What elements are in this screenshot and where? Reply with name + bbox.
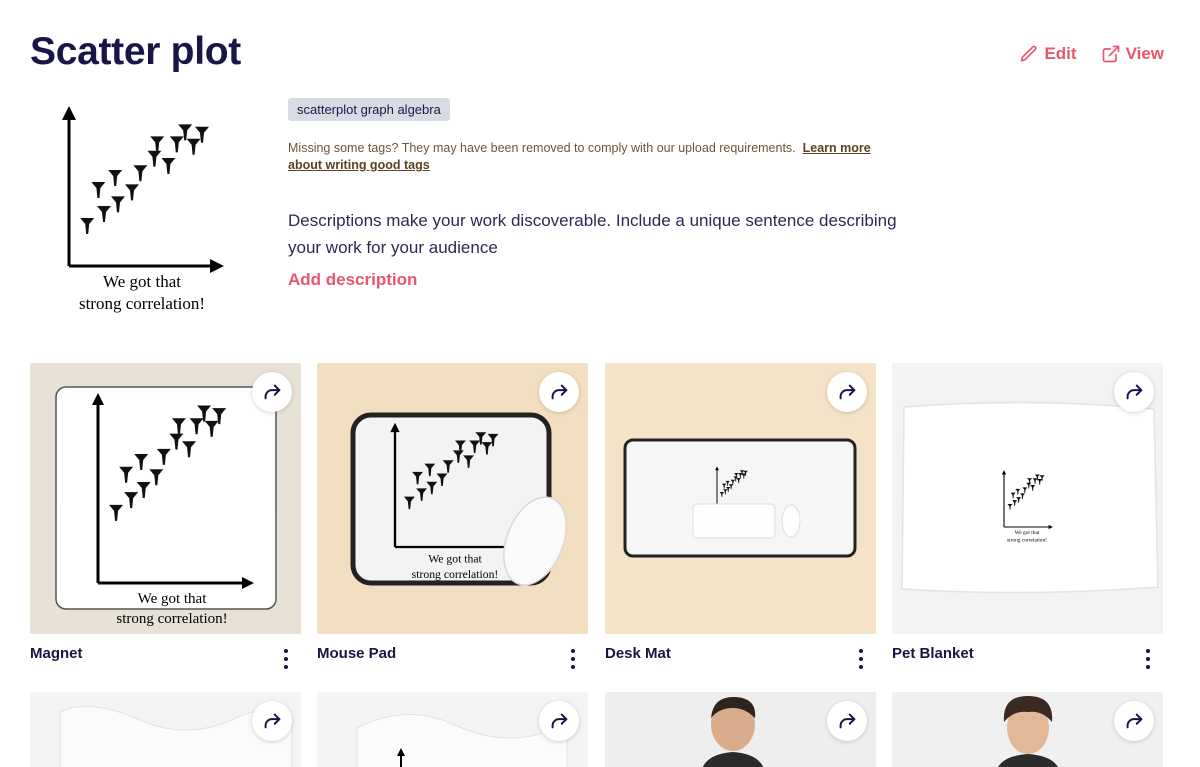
product-image-mouse-pad[interactable]: We got that strong correlation! (317, 363, 588, 634)
share-button[interactable] (1114, 701, 1154, 741)
scatter-mark (150, 136, 165, 153)
mockup-caption: We got that (1015, 530, 1040, 536)
product-image[interactable] (317, 692, 588, 767)
product-card[interactable] (30, 692, 301, 767)
mockup-caption: strong correlation! (412, 568, 499, 581)
scatter-mark (186, 138, 201, 155)
view-label: View (1125, 44, 1164, 63)
more-options-icon[interactable] (1143, 649, 1153, 669)
tags-note: Missing some tags? They may have been re… (288, 140, 908, 174)
edit-label: Edit (1044, 44, 1077, 63)
product-card-mouse-pad[interactable]: We got that strong correlation! Mouse Pad (317, 363, 588, 669)
scatter-mark (80, 218, 95, 234)
scatter-mark (133, 165, 148, 182)
tags-note-text: Missing some tags? They may have been re… (288, 141, 796, 155)
scatter-mark (97, 206, 111, 222)
product-card[interactable] (892, 692, 1163, 767)
mockup-caption: strong correlation! (116, 611, 227, 627)
scatter-mark (111, 196, 125, 213)
artwork-caption-line2: strong correlation! (79, 294, 205, 313)
add-description-button[interactable]: Add description (288, 270, 417, 290)
share-button[interactable] (252, 701, 292, 741)
product-image-pet-blanket[interactable]: We got that strong correlation! (892, 363, 1163, 634)
tag-pill[interactable]: scatterplot graph algebra (288, 98, 450, 121)
share-button[interactable] (827, 701, 867, 741)
product-image[interactable] (30, 692, 301, 767)
edit-link[interactable]: Edit (1019, 44, 1077, 64)
product-card-desk-mat[interactable]: We got thatstrong correlation! Desk Mat (605, 363, 876, 669)
more-options-icon[interactable] (281, 649, 291, 669)
share-icon (1126, 713, 1143, 729)
scatter-mark (161, 158, 176, 174)
pencil-icon (1021, 45, 1037, 62)
product-card-pet-blanket[interactable]: We got that strong correlation! Pet Blank… (892, 363, 1163, 669)
product-image-desk-mat[interactable]: We got thatstrong correlation! (605, 363, 876, 634)
share-button[interactable] (1114, 372, 1154, 412)
scatter-mark (169, 136, 184, 153)
more-options-icon[interactable] (856, 649, 866, 669)
external-link-icon (1102, 45, 1119, 63)
product-card[interactable] (605, 692, 876, 767)
share-icon (1126, 384, 1143, 400)
share-icon (551, 384, 568, 400)
share-icon (264, 713, 281, 729)
product-image[interactable] (892, 692, 1163, 767)
scatter-mark (108, 170, 123, 186)
share-button[interactable] (252, 372, 292, 412)
scatter-mark (125, 184, 139, 201)
artwork-thumbnail: We got that strong correlation! (62, 106, 224, 313)
product-image[interactable] (605, 692, 876, 767)
share-icon (551, 713, 568, 729)
description-prompt: Descriptions make your work discoverable… (288, 211, 897, 257)
share-icon (839, 384, 856, 400)
product-image-magnet[interactable]: We got that strong correlation! (30, 363, 301, 634)
more-options-icon[interactable] (568, 649, 578, 669)
product-card[interactable] (317, 692, 588, 767)
product-label[interactable]: Pet Blanket (892, 645, 974, 662)
view-link[interactable]: View (1101, 44, 1164, 64)
page-title: Scatter plot (30, 30, 241, 73)
scatter-mark (147, 150, 162, 167)
share-icon (264, 384, 281, 400)
share-button[interactable] (827, 372, 867, 412)
mockup-caption: We got that (428, 553, 482, 566)
share-button[interactable] (539, 701, 579, 741)
product-label[interactable]: Magnet (30, 645, 83, 662)
product-label[interactable]: Mouse Pad (317, 645, 396, 662)
share-icon (839, 713, 856, 729)
artwork-caption-line1: We got that (103, 272, 181, 291)
mockup-caption: strong correlation! (1007, 537, 1047, 543)
share-button[interactable] (539, 372, 579, 412)
mockup-caption: We got that (138, 591, 208, 607)
scatter-mark (91, 182, 106, 198)
product-label[interactable]: Desk Mat (605, 645, 671, 662)
header-actions: Edit View (1019, 44, 1164, 64)
product-card-magnet[interactable]: We got that strong correlation! Magnet (30, 363, 301, 669)
